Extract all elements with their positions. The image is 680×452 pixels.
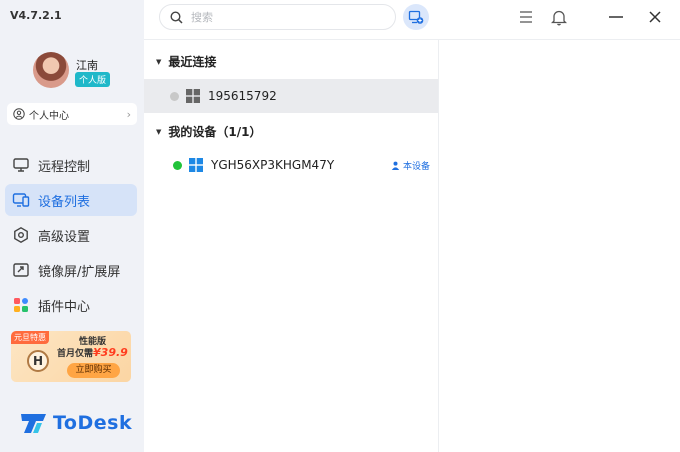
user-name: 江南	[76, 59, 98, 72]
add-device-icon	[408, 10, 424, 24]
nav-item-device-list[interactable]: 设备列表	[5, 184, 137, 216]
bell-icon	[551, 10, 567, 25]
todesk-logo: ToDesk	[20, 412, 132, 434]
search-input[interactable]	[191, 10, 371, 24]
device-name: YGH56XP3KHGM47Y	[211, 158, 335, 172]
panel-divider	[438, 40, 439, 452]
nav-item-remote-control[interactable]: 远程控制	[5, 149, 137, 181]
promo-tag: 元旦特惠	[11, 331, 49, 344]
promo-banner[interactable]: 元旦特惠 H 性能版 首月仅需¥39.9 立即购买	[11, 331, 131, 382]
menu-icon	[520, 11, 532, 23]
promo-price: ¥39.9	[93, 346, 128, 359]
nav-item-mirror-extend-screen[interactable]: 镜像屏/扩展屏	[5, 254, 137, 286]
nav-item-label: 远程控制	[38, 159, 91, 175]
nav-item-plugin-center[interactable]: 插件中心	[5, 289, 137, 321]
chevron-right-icon: ›	[126, 107, 131, 121]
my-devices-header[interactable]: ▼ 我的设备（1/1）	[156, 123, 261, 140]
device-id: 195615792	[208, 89, 277, 103]
plan-badge: 个人版	[75, 72, 111, 87]
monitor-icon	[12, 156, 30, 174]
this-device-badge: 本设备	[391, 159, 430, 172]
my-devices-title: 我的设备（1/1）	[168, 125, 262, 139]
menu-button[interactable]	[516, 7, 536, 27]
brand-name: ToDesk	[53, 412, 133, 434]
sidebar: V4.7.2.1 江南 个人版 个人中心 › 远程控制 设备列表 高级设置 镜像…	[0, 0, 144, 452]
collapse-triangle-icon: ▼	[156, 127, 162, 136]
recent-connections-header[interactable]: ▼ 最近连接	[156, 53, 216, 70]
offline-status-dot	[170, 91, 179, 101]
nav-item-label: 插件中心	[38, 299, 91, 315]
main-nav: 远程控制 设备列表 高级设置 镜像屏/扩展屏 插件中心	[5, 149, 137, 324]
user-icon	[391, 161, 400, 170]
devices-icon	[12, 191, 30, 209]
header-divider	[144, 39, 680, 40]
collapse-triangle-icon: ▼	[156, 57, 162, 66]
minimize-icon	[609, 16, 623, 18]
promo-h-icon: H	[27, 350, 49, 372]
nav-item-label: 镜像屏/扩展屏	[38, 264, 121, 280]
online-status-dot	[173, 160, 182, 170]
add-device-button[interactable]	[403, 4, 429, 30]
promo-offer: 首月仅需¥39.9	[57, 346, 128, 359]
app-version: V4.7.2.1	[10, 9, 62, 22]
my-device-row[interactable]: YGH56XP3KHGM47Y 本设备	[144, 148, 438, 182]
buy-now-button[interactable]: 立即购买	[67, 363, 120, 378]
settings-icon	[12, 226, 30, 244]
close-icon	[649, 11, 661, 23]
mirror-screen-icon	[12, 261, 30, 279]
promo-first-month: 首月仅需	[57, 349, 94, 359]
avatar[interactable]	[33, 52, 69, 88]
nav-item-label: 高级设置	[38, 229, 91, 245]
user-circle-icon	[13, 108, 25, 120]
this-device-label: 本设备	[402, 161, 430, 172]
notifications-button[interactable]	[549, 7, 569, 27]
nav-item-advanced-settings[interactable]: 高级设置	[5, 219, 137, 251]
windows-icon	[186, 89, 200, 103]
recent-connection-row[interactable]: 195615792	[144, 79, 438, 113]
windows-icon	[189, 158, 203, 172]
search-box[interactable]	[159, 4, 396, 30]
search-icon	[170, 10, 183, 24]
plugins-icon	[12, 296, 30, 314]
minimize-button[interactable]	[606, 7, 626, 27]
personal-center-label: 个人中心	[29, 110, 69, 122]
close-button[interactable]	[645, 7, 665, 27]
personal-center-button[interactable]: 个人中心 ›	[7, 103, 137, 125]
nav-item-label: 设备列表	[38, 194, 91, 210]
recent-connections-title: 最近连接	[168, 55, 217, 69]
todesk-logo-icon	[21, 414, 46, 433]
